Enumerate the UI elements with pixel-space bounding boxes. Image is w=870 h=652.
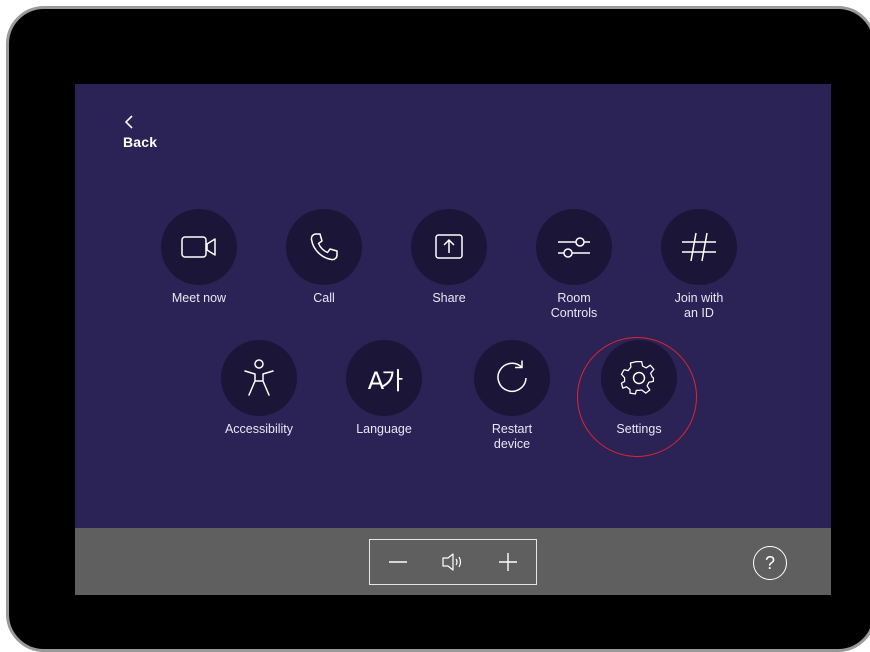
- volume-down-icon: [388, 561, 407, 563]
- bottom-bar: ?: [75, 528, 831, 595]
- language-label: Language: [356, 422, 412, 436]
- accessibility-button[interactable]: Accessibility: [204, 340, 314, 437]
- accessibility-label: Accessibility: [224, 422, 294, 436]
- meet-now-button[interactable]: Meet now: [144, 209, 254, 306]
- volume-up-icon: [499, 553, 518, 571]
- back-button[interactable]: Back: [123, 114, 157, 150]
- gear-icon: [620, 360, 655, 395]
- meet-now-label: Meet now: [171, 291, 227, 305]
- restart-icon: [497, 360, 527, 393]
- accessibility-icon: [244, 359, 274, 396]
- chevron-left-icon: [124, 115, 133, 129]
- phone-icon: [310, 233, 338, 261]
- video-camera-icon: [181, 236, 216, 258]
- volume-control: [369, 539, 537, 585]
- room-controls-label: Room Controls: [550, 291, 598, 320]
- call-label: Call: [313, 291, 335, 305]
- speaker-indicator: [433, 542, 473, 582]
- share-screen-icon: [435, 234, 463, 259]
- language-button[interactable]: A가 Language: [329, 340, 439, 437]
- settings-button[interactable]: Settings: [584, 340, 694, 437]
- share-label: Share: [432, 291, 466, 305]
- join-with-id-button[interactable]: Join with an ID: [644, 209, 754, 321]
- volume-down-button[interactable]: [378, 542, 418, 582]
- settings-label: Settings: [616, 422, 662, 436]
- device-bezel: Back Meet now Call Share Room Controls J…: [6, 6, 870, 652]
- language-icon: A가: [367, 366, 403, 395]
- restart-device-button[interactable]: Restart device: [457, 340, 567, 452]
- share-button[interactable]: Share: [394, 209, 504, 306]
- join-with-id-label: Join with an ID: [674, 291, 724, 320]
- volume-up-button[interactable]: [488, 542, 528, 582]
- sliders-icon: [558, 237, 590, 258]
- call-button[interactable]: Call: [269, 209, 379, 306]
- back-label: Back: [123, 134, 158, 150]
- speaker-icon: [442, 553, 462, 571]
- help-button[interactable]: ?: [753, 546, 787, 580]
- touch-screen: Back Meet now Call Share Room Controls J…: [75, 84, 831, 595]
- help-icon: ?: [764, 552, 775, 573]
- room-controls-button[interactable]: Room Controls: [519, 209, 629, 321]
- restart-device-label: Restart device: [491, 422, 533, 451]
- hashtag-icon: [682, 232, 716, 262]
